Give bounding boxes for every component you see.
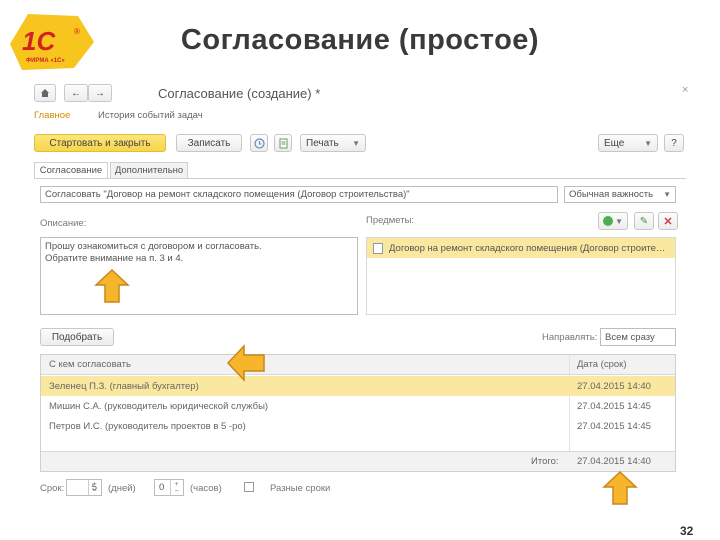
subject-list-item[interactable]: Договор на ремонт складского помещения (… bbox=[367, 238, 675, 258]
clock-check-icon bbox=[253, 137, 265, 149]
arrow-up-icon bbox=[94, 268, 130, 303]
hours-unit-label: (часов) bbox=[190, 483, 222, 494]
table-row[interactable]: Петров И.С. (руководитель проектов в 5 -… bbox=[41, 416, 675, 436]
chevron-down-icon: ▼ bbox=[644, 138, 652, 148]
pick-button[interactable]: Подобрать bbox=[40, 328, 114, 346]
save-button[interactable]: Записать bbox=[176, 134, 242, 152]
row-date: 27.04.2015 14:40 bbox=[577, 380, 651, 392]
importance-select[interactable]: Обычная важность ▼ bbox=[564, 186, 676, 203]
arrow-left-icon: ← bbox=[71, 87, 81, 99]
term-label: Срок: bbox=[40, 483, 65, 494]
home-button[interactable] bbox=[34, 84, 56, 102]
start-and-close-button[interactable]: Стартовать и закрыть bbox=[34, 134, 166, 152]
delete-icon: ✕ bbox=[663, 215, 673, 228]
send-select[interactable]: Всем сразу bbox=[600, 328, 676, 346]
chevron-down-icon: ▼ bbox=[663, 190, 671, 199]
hours-stepper[interactable]: + − bbox=[170, 480, 182, 495]
row-who: Мишин С.А. (руководитель юридической слу… bbox=[49, 400, 269, 412]
stepper-plus-icon: + bbox=[174, 480, 179, 488]
send-label: Направлять: bbox=[542, 332, 598, 343]
document-icon bbox=[279, 138, 287, 148]
print-label: Печать bbox=[306, 137, 339, 149]
help-button[interactable]: ? bbox=[664, 134, 684, 152]
arrow-up-icon bbox=[602, 470, 638, 505]
subjects-label: Предметы: bbox=[366, 215, 415, 226]
arrow-right-icon: → bbox=[95, 87, 105, 99]
more-label: Еще bbox=[604, 137, 625, 149]
delete-subject-button[interactable]: ✕ bbox=[658, 212, 678, 230]
total-date: 27.04.2015 14:40 bbox=[577, 456, 651, 467]
subjects-list: Договор на ремонт складского помещения (… bbox=[366, 237, 676, 315]
tab-additional[interactable]: Дополнительно bbox=[110, 162, 188, 178]
close-icon[interactable]: × bbox=[682, 84, 688, 96]
description-label: Описание: bbox=[40, 218, 87, 229]
edit-subject-button[interactable]: ✎ bbox=[634, 212, 654, 230]
subject-field[interactable]: Согласовать "Договор на ремонт складског… bbox=[40, 186, 558, 203]
more-button[interactable]: Еще ▼ bbox=[598, 134, 658, 152]
description-textarea[interactable]: Прошу ознакомиться с договором и согласо… bbox=[40, 237, 358, 315]
row-date: 27.04.2015 14:45 bbox=[577, 400, 651, 412]
different-terms-checkbox[interactable] bbox=[244, 482, 254, 492]
row-who: Петров И.С. (руководитель проектов в 5 -… bbox=[49, 420, 246, 432]
chevron-down-icon: ▼ bbox=[615, 216, 623, 226]
check-button[interactable] bbox=[250, 134, 268, 152]
logo-sub-text: ФИРМА «1С» bbox=[26, 58, 65, 64]
stepper-plus-icon: + bbox=[92, 480, 97, 488]
row-who: Зеленец П.З. (главный бухгалтер) bbox=[49, 380, 199, 392]
attach-button[interactable] bbox=[274, 134, 292, 152]
grid-header: С кем согласовать Дата (срок) bbox=[41, 355, 675, 375]
slide-title: Согласование (простое) bbox=[180, 24, 540, 56]
table-row[interactable]: Мишин С.А. (руководитель юридической слу… bbox=[41, 396, 675, 416]
nav-link-main[interactable]: Главное bbox=[34, 110, 70, 121]
nav-link-history[interactable]: История событий задач bbox=[98, 110, 203, 121]
forward-button[interactable]: → bbox=[88, 84, 112, 102]
column-header-who[interactable]: С кем согласовать bbox=[49, 359, 131, 370]
arrow-left-icon bbox=[226, 344, 265, 382]
chevron-down-icon: ▼ bbox=[352, 138, 360, 148]
add-subject-button[interactable]: ▼ bbox=[598, 212, 628, 230]
grid-footer: Итого: 27.04.2015 14:40 bbox=[41, 451, 675, 471]
importance-value: Обычная важность bbox=[569, 189, 654, 200]
total-label: Итого: bbox=[531, 456, 559, 467]
tab-divider bbox=[34, 178, 686, 179]
tab-approval[interactable]: Согласование bbox=[34, 162, 108, 178]
home-icon bbox=[41, 89, 49, 97]
table-row[interactable]: Зеленец П.З. (главный бухгалтер) 27.04.2… bbox=[41, 376, 675, 396]
print-button[interactable]: Печать ▼ bbox=[300, 134, 366, 152]
participants-grid: С кем согласовать Дата (срок) Зеленец П.… bbox=[40, 354, 676, 472]
stepper-minus-icon: − bbox=[92, 487, 97, 495]
subject-item-label: Договор на ремонт складского помещения (… bbox=[389, 242, 666, 254]
window-title: Согласование (создание) * bbox=[158, 86, 321, 101]
days-unit-label: (дней) bbox=[108, 483, 136, 494]
days-stepper[interactable]: + − bbox=[88, 480, 100, 495]
page-number: 32 bbox=[680, 524, 694, 538]
stepper-minus-icon: − bbox=[174, 487, 179, 495]
back-button[interactable]: ← bbox=[64, 84, 88, 102]
pencil-icon: ✎ bbox=[639, 215, 649, 227]
plus-circle-icon bbox=[603, 216, 613, 226]
different-terms-label: Разные сроки bbox=[270, 483, 331, 494]
row-date: 27.04.2015 14:45 bbox=[577, 420, 651, 432]
document-icon bbox=[373, 242, 383, 254]
column-header-date[interactable]: Дата (срок) bbox=[577, 359, 626, 370]
